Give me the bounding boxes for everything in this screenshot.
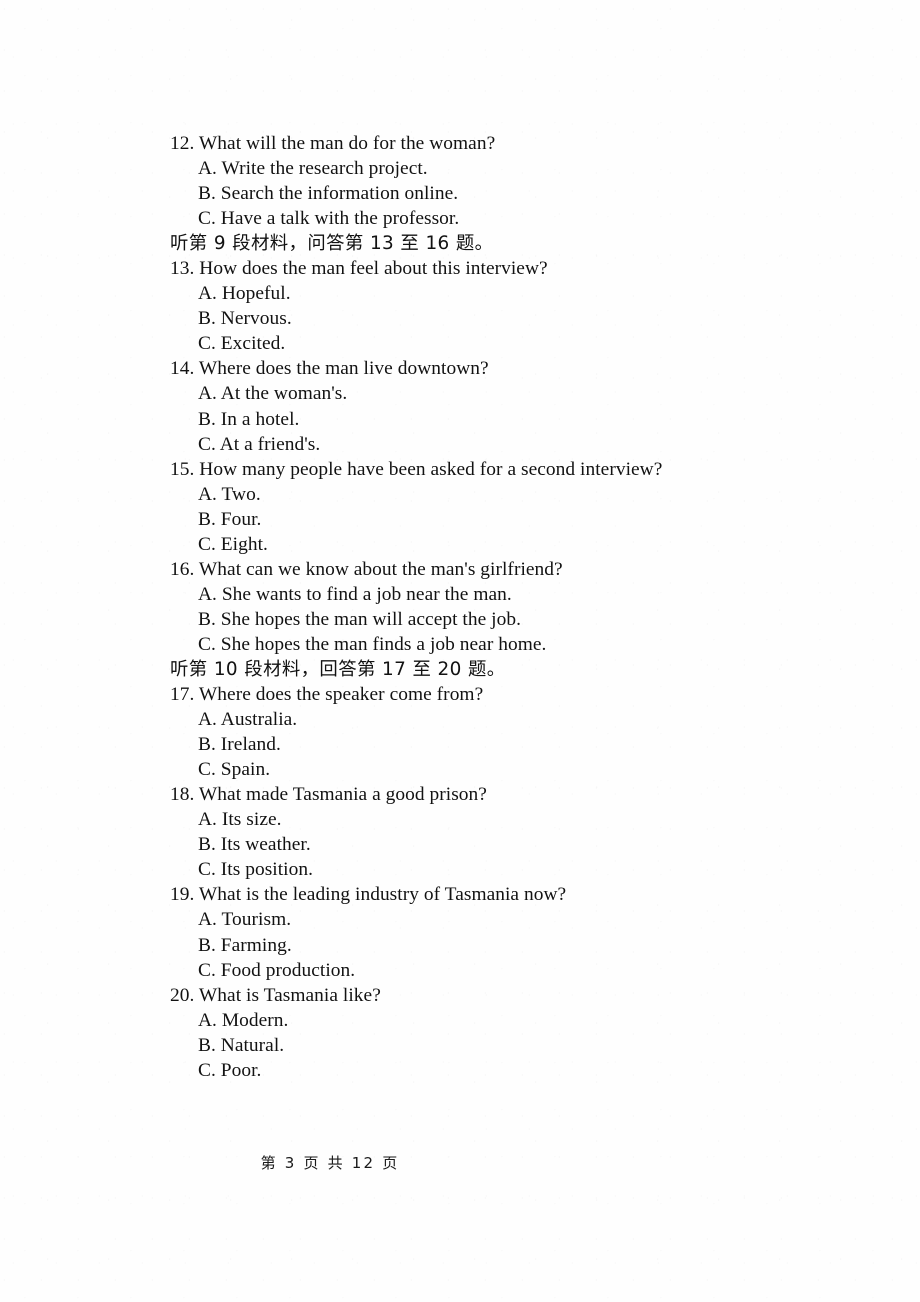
answer-option[interactable]: B. Nervous. xyxy=(198,306,870,331)
answer-option[interactable]: C. Its position. xyxy=(198,857,870,882)
question-stem: 17. Where does the speaker come from? xyxy=(170,684,484,706)
answer-option[interactable]: B. Natural. xyxy=(198,1033,870,1058)
question-stem: 15. How many people have been asked for … xyxy=(170,458,663,480)
answer-option[interactable]: A. Its size. xyxy=(198,807,870,832)
answer-option[interactable]: A. She wants to find a job near the man. xyxy=(198,582,870,607)
listening-instruction: 听第 10 段材料，回答第 17 至 20 题。 xyxy=(170,658,506,680)
answer-option[interactable]: B. Farming. xyxy=(198,933,870,958)
answer-option[interactable]: C. She hopes the man finds a job near ho… xyxy=(198,632,870,657)
answer-option[interactable]: A. Tourism. xyxy=(198,907,870,932)
answer-option[interactable]: A. Modern. xyxy=(198,1008,870,1033)
answer-option[interactable]: C. Excited. xyxy=(198,331,870,356)
question-stem: 20. What is Tasmania like? xyxy=(170,984,381,1006)
answer-option[interactable]: C. At a friend's. xyxy=(198,432,870,457)
answer-option[interactable]: A. Australia. xyxy=(198,707,870,732)
page-footer: 第 3 页 共 12 页 xyxy=(260,1154,400,1172)
question-stem: 14. Where does the man live downtown? xyxy=(170,358,489,380)
question-stem: 12. What will the man do for the woman? xyxy=(170,133,496,154)
answer-option[interactable]: C. Spain. xyxy=(198,757,870,782)
answer-option[interactable]: A. Write the research project. xyxy=(198,156,870,181)
answer-option[interactable]: A. Hopeful. xyxy=(198,281,870,306)
answer-option[interactable]: C. Eight. xyxy=(198,532,870,557)
answer-option[interactable]: B. She hopes the man will accept the job… xyxy=(198,607,870,632)
answer-option[interactable]: B. Four. xyxy=(198,507,870,532)
question-stem: 16. What can we know about the man's gir… xyxy=(170,558,563,580)
answer-option[interactable]: C. Have a talk with the professor. xyxy=(198,206,870,231)
answer-option[interactable]: C. Poor. xyxy=(198,1058,870,1083)
listening-instruction: 听第 9 段材料，问答第 13 至 16 题。 xyxy=(170,233,494,255)
answer-option[interactable]: A. At the woman's. xyxy=(198,381,870,406)
answer-option[interactable]: A. Two. xyxy=(198,482,870,507)
answer-option[interactable]: B. Search the information online. xyxy=(198,181,870,206)
question-stem: 18. What made Tasmania a good prison? xyxy=(170,784,487,806)
question-stem: 13. How does the man feel about this int… xyxy=(170,258,548,280)
answer-option[interactable]: B. Ireland. xyxy=(198,732,870,757)
answer-option[interactable]: C. Food production. xyxy=(198,958,870,983)
answer-option[interactable]: B. In a hotel. xyxy=(198,407,870,432)
exam-page: 12. What will the man do for the woman? … xyxy=(0,0,920,1302)
question-list: 12. What will the man do for the woman? … xyxy=(170,131,870,1083)
answer-option[interactable]: B. Its weather. xyxy=(198,832,870,857)
question-stem: 19. What is the leading industry of Tasm… xyxy=(170,884,567,906)
